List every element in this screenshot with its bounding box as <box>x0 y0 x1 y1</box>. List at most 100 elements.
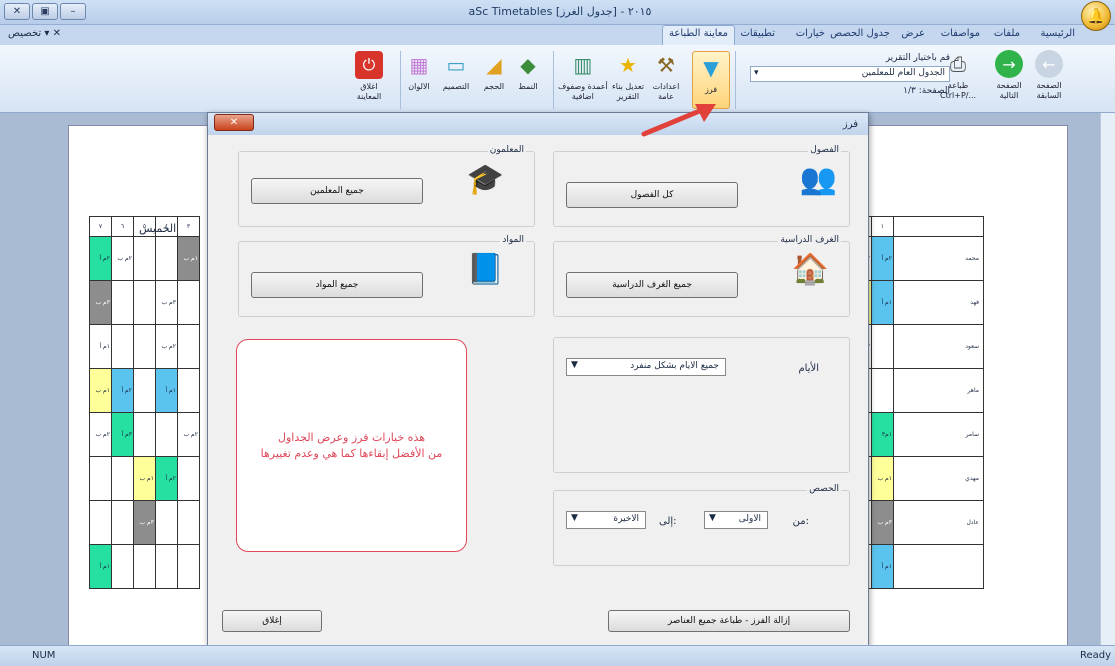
tab-view[interactable]: عرض <box>901 28 925 39</box>
palette-icon: ▦ <box>409 53 429 77</box>
lesson-cell: ٣م ب <box>871 500 894 545</box>
chevron-down-icon: ▾ <box>754 68 759 78</box>
classes-group: الفصول 👥 كل الفصول <box>553 145 850 227</box>
lesson-cell <box>133 236 156 281</box>
lesson-cell: ١م أ <box>89 324 112 369</box>
lesson-cell <box>871 324 894 369</box>
teacher-name: عادل <box>893 500 984 545</box>
periods-group-label: الحصص <box>807 484 841 494</box>
period-number: ٦ <box>111 216 134 237</box>
report-select[interactable]: الجدول العام للمعلمين ▾ <box>750 66 950 82</box>
period-number: ٥ <box>133 216 156 237</box>
dialog-close-button[interactable]: ✕ <box>214 114 254 131</box>
lesson-cell: ١م ب <box>177 236 200 281</box>
maximize-window-button[interactable]: ▣ <box>32 3 58 20</box>
to-select[interactable]: الاخيرة ▼ <box>566 511 646 529</box>
teacher-name: ماهر <box>893 368 984 413</box>
additional-rows-label: أعمدة وصفوف اضافية <box>558 82 608 101</box>
lesson-cell <box>111 500 134 545</box>
lesson-cell: ٣م ب <box>155 280 178 325</box>
ribbon-separator <box>735 51 736 109</box>
table-row: ١م ب ٢م أ <box>89 456 200 501</box>
customize-menu[interactable]: تخصيص ▾ ✕ <box>8 28 61 39</box>
size-button[interactable]: ◢ الحجم <box>480 51 508 109</box>
colors-button[interactable]: ▦ الالوان <box>405 51 433 109</box>
lesson-cell: ٣م ب <box>133 500 156 545</box>
lesson-cell: ٢م ب <box>177 412 200 457</box>
prev-page-label: الصفحة السابقة <box>1036 81 1062 100</box>
all-classes-button[interactable]: كل الفصول <box>566 182 738 208</box>
teacher-name: سامر <box>893 412 984 457</box>
lesson-cell: ٢م أ <box>155 456 178 501</box>
chevron-down-icon: ▼ <box>709 513 716 523</box>
vertical-scrollbar[interactable] <box>1100 113 1115 645</box>
design-label: التصميم <box>442 82 470 91</box>
to-label: إلى: <box>659 516 677 527</box>
all-rooms-button[interactable]: جميع الغرف الدراسية <box>566 272 738 298</box>
table-row: ١م٣ سامر <box>849 412 984 457</box>
lesson-cell: ٢م أ <box>89 236 112 281</box>
rooms-group: الغرف الدراسية 🏠 جميع الغرف الدراسية <box>553 235 850 317</box>
tools-icon: ⚒ <box>657 53 675 77</box>
arrow-shaft <box>641 107 705 137</box>
from-select[interactable]: الاولى ▼ <box>704 511 768 529</box>
remove-filter-button[interactable]: إزالة الفرز - طباعة جميع العناصر <box>608 610 850 632</box>
wand-icon: ★ <box>619 53 637 77</box>
tab-home[interactable]: الرئيسية <box>1041 28 1075 39</box>
tab-files[interactable]: ملفات <box>994 28 1020 39</box>
lesson-cell: ٣م أ <box>111 412 134 457</box>
days-select-value: جميع الايام بشكل منفرد <box>630 361 719 371</box>
name-header <box>893 216 984 237</box>
tab-specs[interactable]: مواصفات <box>941 28 980 39</box>
classes-group-label: الفصول <box>808 145 841 155</box>
num-lock-indicator: NUM <box>32 650 56 661</box>
period-header-row: ٧٦٥٤٣ <box>89 216 200 237</box>
tab-print-preview[interactable]: معاينة الطباعة <box>662 25 735 45</box>
lesson-cell <box>177 500 200 545</box>
teacher-name: مهدي <box>893 456 984 501</box>
dialog-title: فرز <box>842 119 858 130</box>
lesson-cell: ٢م أ <box>871 236 894 281</box>
table-row: ٣م ب <box>89 500 200 545</box>
period-number: ٧ <box>89 216 112 237</box>
book-icon: ◆ <box>520 53 536 77</box>
period-number: ٣ <box>177 216 200 237</box>
printer-icon: ⎙ <box>950 52 967 76</box>
lesson-cell <box>89 500 112 545</box>
app-menu-button[interactable]: 🔔 <box>1081 1 1111 31</box>
lesson-cell: ٢م ب <box>111 236 134 281</box>
minimize-window-button[interactable]: – <box>60 3 86 20</box>
close-preview-button[interactable]: ⏻ اغلاق المعاينة <box>355 51 383 109</box>
grid-icon: ▥ <box>573 53 593 77</box>
close-window-button[interactable]: ✕ <box>4 3 30 20</box>
next-page-label: الصفحة التالية <box>996 81 1022 100</box>
style-button[interactable]: ◆ النمط <box>514 51 542 109</box>
all-teachers-button[interactable]: جميع المعلمين <box>251 178 423 204</box>
periods-group: الحصص من: الاولى ▼ إلى: الاخيرة ▼ <box>553 484 850 566</box>
tab-apps[interactable]: تطبيقات <box>740 28 775 39</box>
close-dialog-button[interactable]: إغلاق <box>222 610 322 632</box>
print-panel: قم باختيار التقرير الجدول العام للمعلمين… <box>745 50 1085 108</box>
rooms-group-label: الغرف الدراسية <box>778 235 841 245</box>
all-subjects-button[interactable]: جميع المواد <box>251 272 423 298</box>
days-label: الأيام <box>798 363 819 374</box>
next-page-button[interactable]: → الصفحة التالية <box>995 50 1023 108</box>
additional-rows-button[interactable]: ▥ أعمدة وصفوف اضافية <box>558 51 608 109</box>
lesson-cell: ٢م ب <box>155 324 178 369</box>
chevron-down-icon: ▼ <box>571 360 578 370</box>
tab-options[interactable]: خيارات <box>796 28 825 39</box>
lesson-cell <box>111 324 134 369</box>
table-row: ١م ب مهدي <box>849 456 984 501</box>
days-select[interactable]: جميع الايام بشكل منفرد ▼ <box>566 358 726 376</box>
print-button[interactable]: ⎙ طباعة Ctrl+P/... <box>940 50 976 108</box>
lesson-cell: ١م أ <box>89 544 112 589</box>
prev-page-button[interactable]: ← الصفحة السابقة <box>1035 50 1063 108</box>
from-select-value: الاولى <box>738 514 761 524</box>
design-button[interactable]: ▭ التصميم <box>442 51 470 109</box>
bell-icon: 🔔 <box>1086 7 1106 25</box>
lesson-cell <box>133 368 156 413</box>
filter-dialog: ✕ فرز الفصول 👥 كل الفصول المعلمون 🎓 جميع… <box>207 112 869 649</box>
tab-timetable[interactable]: جدول الحصص <box>830 28 890 39</box>
window-title: aSc Timetables ٢٠١٥ - [جدول الغرز] <box>468 5 652 18</box>
status-bar: NUM Ready <box>0 645 1115 666</box>
